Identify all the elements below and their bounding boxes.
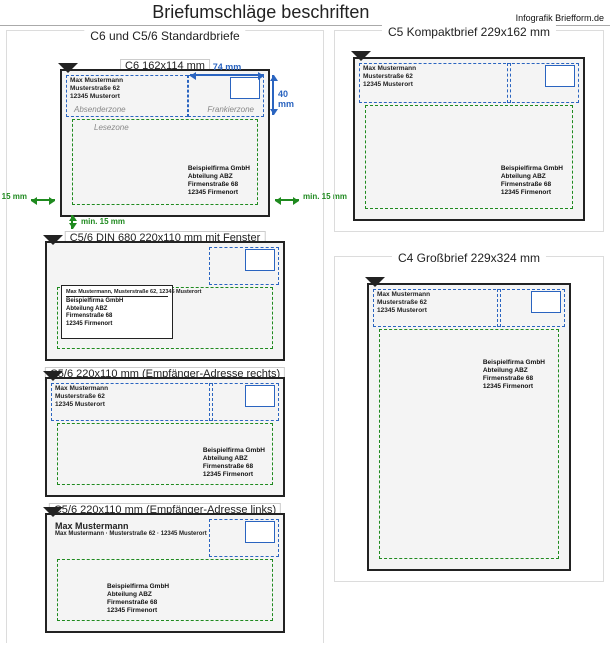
envelope-c56-window: C5/6 DIN 680 220x110 mm mit Fenster Max … [35,241,295,361]
envelope-c56-right: C5/6 220x110 mm (Empfänger-Adresse recht… [35,377,295,497]
recipient-block: Beispielfirma GmbH Abteilung ABZ Firmens… [483,359,545,392]
left-group-label: C6 und C5/6 Standardbriefe [84,29,245,43]
sender-oneline: Max Mustermann · Musterstraße 62 · 12345… [55,531,207,538]
page-title: Briefumschläge beschriften [6,2,516,23]
flap-icon [43,371,63,381]
sender-name-large: Max Mustermann [55,521,207,531]
meas-min15-right: min. 15 mm [275,195,299,201]
recipient-l4: 12345 Firmenort [188,189,250,197]
stamp-box [230,77,260,99]
recipient-l2: Abteilung ABZ [188,173,250,181]
meas-74mm: 74 mm [190,62,264,76]
recipient-l3: Firmenstraße 68 [188,181,250,189]
site-label: Infografik Briefform.de [516,13,604,23]
envelope-c6: C6 162x114 mm Max Mustermann Musterstraß… [35,69,295,217]
recipient-l1: Beispielfirma GmbH [188,165,250,173]
address-window: Max Mustermann, Musterstraße 62, 12345 M… [61,285,173,339]
flap-icon [43,235,63,245]
stamp-box [245,249,275,271]
right-column: C5 Kompaktbrief 229x162 mm Max Musterman… [334,30,604,643]
label-absender: Absenderzone [74,105,126,114]
envelope-c5-header: C5 Kompaktbrief 229x162 mm [382,25,556,39]
group-c4: C4 Großbrief 229x324 mm Max Mustermann M… [334,256,604,582]
recipient-block: Beispielfirma GmbH Abteilung ABZ Firmens… [501,165,563,198]
stamp-box [545,65,575,87]
sender-block: Max Mustermann Musterstraße 62 12345 Mus… [363,65,416,89]
group-c5: C5 Kompaktbrief 229x162 mm Max Musterman… [334,30,604,232]
recipient-block: Beispielfirma GmbH Abteilung ABZ Firmens… [188,165,250,198]
sender-block: Max Mustermann Musterstraße 62 12345 Mus… [377,291,430,315]
title-bar: Briefumschläge beschriften Infografik Br… [0,0,610,26]
stamp-box [245,385,275,407]
envelope-c56-left: C5/6 220x110 mm (Empfänger-Adresse links… [35,513,295,633]
sender-block: Max Mustermann Musterstraße 62 12345 Mus… [55,385,108,409]
sender-oneline: Max Mustermann, Musterstraße 62, 12345 M… [66,289,168,297]
label-frankier: Frankierzone [207,105,254,114]
flap-icon [58,63,78,73]
meas-min15-left: min. 15 mm [31,195,55,201]
stamp-box [245,521,275,543]
sender-block: Max Mustermann Musterstraße 62 12345 Mus… [70,77,123,101]
flap-icon [365,277,385,287]
recipient-block: Beispielfirma GmbH Abteilung ABZ Firmens… [107,583,169,616]
left-column: C6 und C5/6 Standardbriefe C6 162x114 mm… [6,30,324,643]
sender-l2: Musterstraße 62 [70,85,123,93]
sender-l3: 12345 Musterort [70,93,123,101]
sender-l1: Max Mustermann [70,77,123,85]
label-lese: Lesezone [94,123,129,132]
flap-icon [43,507,63,517]
meas-40mm: 40 mm [272,75,298,115]
recipient-block: Beispielfirma GmbH Abteilung ABZ Firmens… [203,447,265,480]
left-group: C6 und C5/6 Standardbriefe C6 162x114 mm… [6,30,324,643]
envelope-c4-header: C4 Großbrief 229x324 mm [392,251,546,265]
columns: C6 und C5/6 Standardbriefe C6 162x114 mm… [0,26,610,643]
stamp-box [531,291,561,313]
flap-icon [351,51,371,61]
